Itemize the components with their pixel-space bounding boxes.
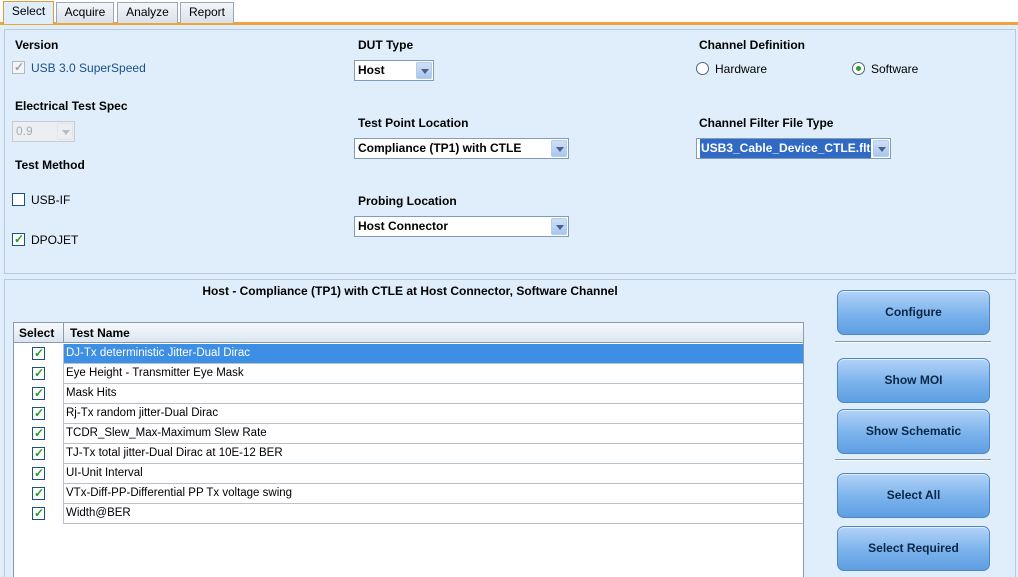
show-moi-button[interactable]: Show MOI <box>837 358 990 403</box>
test-name-cell: Eye Height - Transmitter Eye Mask <box>66 367 244 379</box>
row-checkbox[interactable]: ✓ <box>32 466 45 480</box>
grid-header: Select Test Name <box>14 323 803 343</box>
version-checkbox[interactable]: ✓ <box>12 60 25 74</box>
row-checkbox[interactable]: ✓ <box>32 346 45 360</box>
hardware-radio[interactable] <box>696 62 709 75</box>
test-name-cell: TCDR_Slew_Max-Maximum Slew Rate <box>66 427 267 439</box>
row-select-cell: ✓ <box>14 484 64 504</box>
test-point-location-value: Compliance (TP1) with CTLE <box>358 141 522 155</box>
row-checkbox[interactable]: ✓ <box>32 406 45 420</box>
select-all-button[interactable]: Select All <box>837 473 990 518</box>
channel-filter-file-type-label: Channel Filter File Type <box>699 116 834 130</box>
usb-if-label: USB-IF <box>31 193 71 207</box>
chevron-down-icon <box>57 123 73 140</box>
probing-location-label: Probing Location <box>358 194 457 208</box>
test-point-location-select[interactable]: Compliance (TP1) with CTLE <box>354 138 569 159</box>
table-row[interactable]: ✓ Mask Hits <box>14 384 803 404</box>
row-select-cell: ✓ <box>14 464 64 484</box>
hardware-radio-label: Hardware <box>715 62 768 76</box>
show-schematic-button[interactable]: Show Schematic <box>837 409 990 454</box>
test-method-label: Test Method <box>15 158 85 172</box>
table-row[interactable]: ✓ Rj-Tx random jitter-Dual Dirac <box>14 404 803 424</box>
configure-button[interactable]: Configure <box>837 290 990 335</box>
tab-acquire[interactable]: Acquire <box>56 2 114 23</box>
select-column-header[interactable]: Select <box>14 323 64 343</box>
table-row[interactable]: ✓ VTx-Diff-PP-Differential PP Tx voltage … <box>14 484 803 504</box>
row-checkbox[interactable]: ✓ <box>32 366 45 380</box>
tab-report[interactable]: Report <box>180 2 234 23</box>
channel-filter-file-type-select[interactable]: USB3_Cable_Device_CTLE.flt <box>696 138 891 159</box>
table-row[interactable]: ✓ TCDR_Slew_Max-Maximum Slew Rate <box>14 424 803 444</box>
dut-type-label: DUT Type <box>358 38 414 52</box>
chevron-down-icon <box>416 62 432 79</box>
probing-location-select[interactable]: Host Connector <box>354 216 569 237</box>
check-icon: ✓ <box>34 506 45 520</box>
usb-if-checkbox[interactable] <box>12 193 25 206</box>
test-name-cell: Mask Hits <box>66 387 117 399</box>
tab-strip: Select Acquire Analyze Report <box>0 0 1018 25</box>
dut-type-select[interactable]: Host <box>354 60 434 81</box>
channel-filter-file-type-value: USB3_Cable_Device_CTLE.flt <box>700 139 872 158</box>
test-grid: Select Test Name ✓ DJ-Tx deterministic Ji… <box>13 322 804 577</box>
chevron-down-icon <box>551 218 567 235</box>
test-name-cell: DJ-Tx deterministic Jitter-Dual Dirac <box>66 347 251 359</box>
results-caption: Host - Compliance (TP1) with CTLE at Hos… <box>202 284 618 298</box>
chevron-down-icon <box>551 140 567 157</box>
row-select-cell: ✓ <box>14 424 64 444</box>
test-name-cell: VTx-Diff-PP-Differential PP Tx voltage s… <box>66 487 293 499</box>
table-row[interactable]: ✓ TJ-Tx total jitter-Dual Dirac at 10E-12… <box>14 444 803 464</box>
check-icon: ✓ <box>14 60 25 74</box>
check-icon: ✓ <box>34 366 45 380</box>
row-select-cell: ✓ <box>14 404 64 424</box>
dpojet-checkbox[interactable]: ✓ <box>12 232 25 246</box>
check-icon: ✓ <box>34 426 45 440</box>
check-icon: ✓ <box>34 386 45 400</box>
chevron-down-icon <box>873 140 889 157</box>
version-label: Version <box>15 38 59 52</box>
check-icon: ✓ <box>14 232 25 246</box>
test-name-cell: Rj-Tx random jitter-Dual Dirac <box>66 407 219 419</box>
table-row[interactable]: ✓ Width@BER <box>14 504 803 524</box>
software-radio[interactable] <box>852 62 865 75</box>
separator <box>835 459 991 461</box>
row-checkbox[interactable]: ✓ <box>32 506 45 520</box>
dut-type-value: Host <box>358 63 385 77</box>
test-name-cell: Width@BER <box>66 507 131 519</box>
table-row[interactable]: ✓ Eye Height - Transmitter Eye Mask <box>14 364 803 384</box>
check-icon: ✓ <box>34 466 45 480</box>
version-option-label: USB 3.0 SuperSpeed <box>31 61 146 75</box>
tab-analyze[interactable]: Analyze <box>117 2 178 23</box>
probing-location-value: Host Connector <box>358 219 448 233</box>
row-select-cell: ✓ <box>14 384 64 404</box>
select-required-button[interactable]: Select Required <box>837 526 990 571</box>
electrical-test-spec-label: Electrical Test Spec <box>15 99 128 113</box>
check-icon: ✓ <box>34 346 45 360</box>
test-name-column-header[interactable]: Test Name <box>64 323 803 343</box>
separator <box>835 341 991 343</box>
table-row[interactable]: ✓ UI-Unit Interval <box>14 464 803 484</box>
check-icon: ✓ <box>34 486 45 500</box>
row-select-cell: ✓ <box>14 344 64 364</box>
row-select-cell: ✓ <box>14 504 64 524</box>
row-checkbox[interactable]: ✓ <box>32 486 45 500</box>
test-name-cell: UI-Unit Interval <box>66 467 143 479</box>
electrical-test-spec-select[interactable]: 0.9 <box>12 121 75 142</box>
test-point-location-label: Test Point Location <box>358 116 469 130</box>
channel-definition-label: Channel Definition <box>699 38 805 52</box>
tab-select[interactable]: Select <box>3 1 54 24</box>
check-icon: ✓ <box>34 406 45 420</box>
check-icon: ✓ <box>34 446 45 460</box>
radio-dot-icon <box>856 66 861 71</box>
row-checkbox[interactable]: ✓ <box>32 386 45 400</box>
electrical-test-spec-value: 0.9 <box>16 124 33 138</box>
software-radio-label: Software <box>871 62 919 76</box>
row-checkbox[interactable]: ✓ <box>32 426 45 440</box>
row-select-cell: ✓ <box>14 444 64 464</box>
row-checkbox[interactable]: ✓ <box>32 446 45 460</box>
row-select-cell: ✓ <box>14 364 64 384</box>
dpojet-label: DPOJET <box>31 233 79 247</box>
test-name-cell: TJ-Tx total jitter-Dual Dirac at 10E-12 … <box>66 447 283 459</box>
table-row[interactable]: ✓ DJ-Tx deterministic Jitter-Dual Dirac <box>14 344 803 364</box>
